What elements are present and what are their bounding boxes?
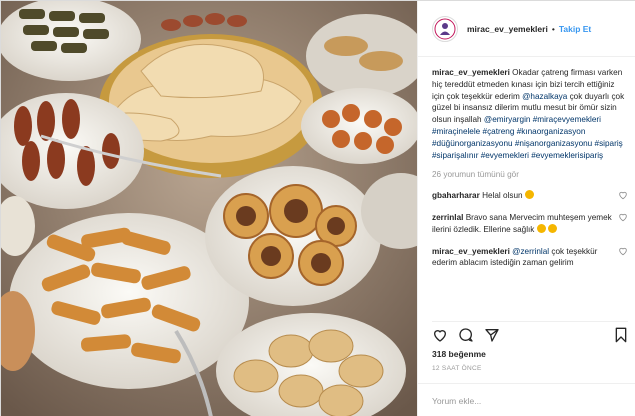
comments-area: mirac_ev_yemekleri Okadar çatreng firmas… xyxy=(432,67,628,307)
hashtag[interactable]: #çatreng xyxy=(483,127,515,136)
caption: mirac_ev_yemekleri Okadar çatreng firmas… xyxy=(432,67,628,161)
comment-mention[interactable]: @zerrinlal xyxy=(512,247,549,256)
add-comment-box xyxy=(418,383,635,416)
hashtag[interactable]: #kınaorganizasyon xyxy=(517,127,586,136)
post-actions xyxy=(432,321,628,345)
comment-input[interactable] xyxy=(432,395,623,406)
hashtag[interactable]: #miraçinelele xyxy=(432,127,480,136)
comment-item: gbaharharar Helal olsun xyxy=(432,190,628,202)
comment-icon xyxy=(459,327,473,342)
heart-icon[interactable] xyxy=(618,212,628,222)
comment-item: zerrinlal Bravo sana Mervecim muhteşem y… xyxy=(432,212,628,236)
comment-username[interactable]: zerrinlal xyxy=(432,213,463,222)
hashtag[interactable]: #evyemeklerisipariş xyxy=(531,151,603,160)
heart-icon xyxy=(433,329,447,342)
hashtag[interactable]: #sipariş xyxy=(595,139,623,148)
share-icon xyxy=(485,328,499,342)
hashtag[interactable]: #siparişalınır xyxy=(432,151,478,160)
post-sidebar: mirac_ev_yemekleri • Takip Et mirac_ev_y… xyxy=(417,1,635,416)
comment-text: Helal olsun xyxy=(482,191,523,201)
comment-item: mirac_ev_yemekleri @zerrinlal çok teşekk… xyxy=(432,246,628,270)
share-button[interactable] xyxy=(484,327,500,343)
food-table-image xyxy=(1,1,417,416)
caption-mention[interactable]: @emiryargin xyxy=(484,115,531,124)
hashtag[interactable]: #evyemekleri xyxy=(481,151,529,160)
post-photo[interactable] xyxy=(1,1,417,416)
avatar[interactable] xyxy=(432,15,458,42)
hashtag[interactable]: #nişanorganizasyonu xyxy=(515,139,592,148)
likes-count[interactable]: 318 beğenme xyxy=(432,349,486,359)
comment-username[interactable]: gbaharharar xyxy=(432,191,480,200)
save-button[interactable] xyxy=(614,327,628,343)
clapping-hands-icon xyxy=(536,223,546,233)
hashtag[interactable]: #düğünorganizasyonu xyxy=(432,139,513,148)
caption-mention[interactable]: @hazalkaya xyxy=(522,92,567,101)
post-timestamp: 12 SAAT ÖNCE xyxy=(432,365,482,372)
comment-button[interactable] xyxy=(458,327,474,343)
hashtag[interactable]: #miraçevyemekleri xyxy=(533,115,601,124)
post-header: mirac_ev_yemekleri • Takip Et xyxy=(418,1,635,57)
view-all-comments-link[interactable]: 26 yorumun tümünü gör xyxy=(432,169,628,181)
thumbs-up-icon xyxy=(524,190,534,200)
follow-button[interactable]: Takip Et xyxy=(559,24,591,34)
profile-logo-icon xyxy=(434,18,456,39)
heart-icon[interactable] xyxy=(618,246,628,256)
comment-username[interactable]: mirac_ev_yemekleri xyxy=(432,247,510,256)
instagram-post-frame: mirac_ev_yemekleri • Takip Et mirac_ev_y… xyxy=(0,0,635,416)
caption-username[interactable]: mirac_ev_yemekleri xyxy=(432,68,510,77)
clapping-hands-icon xyxy=(547,223,557,233)
header-separator: • xyxy=(551,23,555,34)
header-username[interactable]: mirac_ev_yemekleri xyxy=(467,24,548,34)
bookmark-icon xyxy=(615,327,627,342)
like-button[interactable] xyxy=(432,327,448,343)
heart-icon[interactable] xyxy=(618,190,628,200)
